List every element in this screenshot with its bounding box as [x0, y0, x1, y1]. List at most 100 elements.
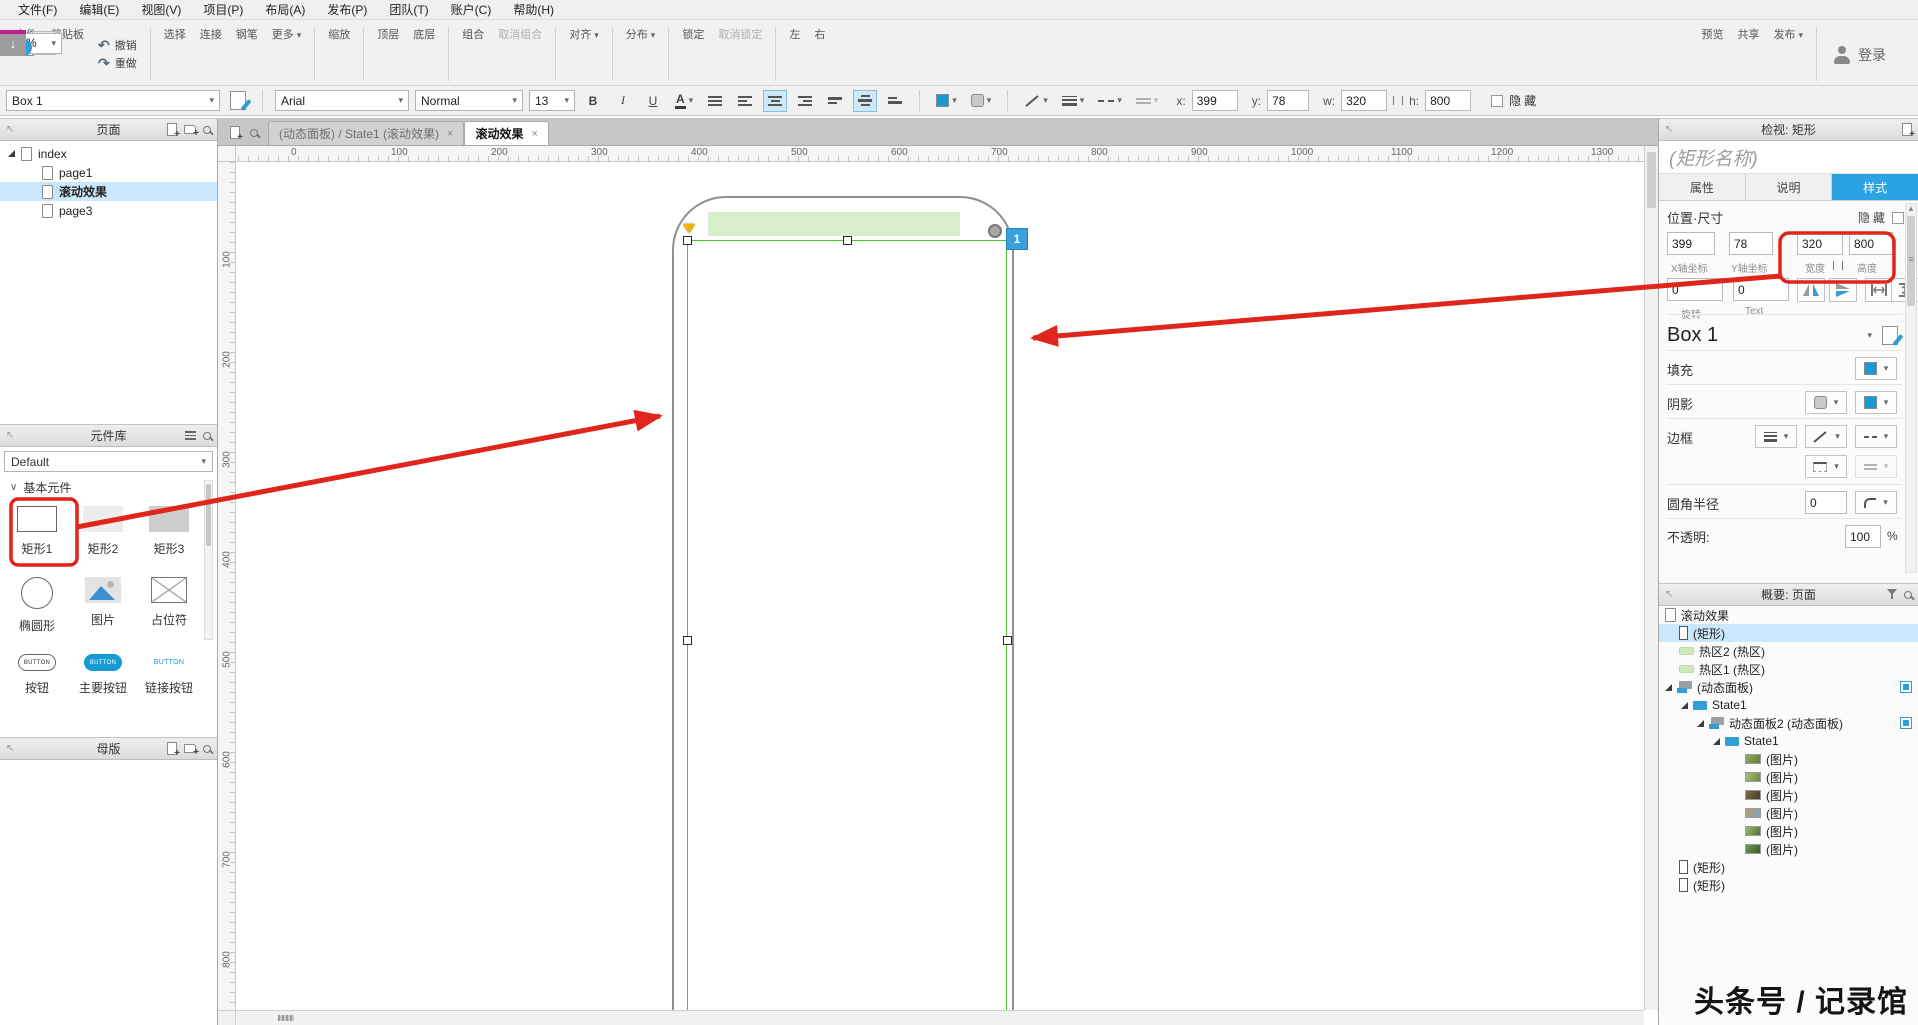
shadow-color-button[interactable]: ▾ — [1855, 391, 1897, 414]
expand-icon[interactable] — [1681, 701, 1688, 709]
fill-color-button[interactable]: ▾ — [1855, 357, 1897, 380]
italic-button[interactable]: I — [611, 90, 635, 112]
page-item-page3[interactable]: page3 — [0, 201, 217, 220]
hide-checkbox[interactable] — [1892, 211, 1904, 224]
panel-state-icon[interactable] — [1900, 717, 1912, 729]
bold-button[interactable]: B — [581, 90, 605, 112]
widget-ellipse[interactable]: 椭圆形 — [4, 571, 70, 634]
widget-rect3[interactable]: 矩形3 — [136, 500, 202, 557]
vertical-scrollbar[interactable] — [1644, 146, 1658, 1010]
link-dimensions-icon[interactable] — [1833, 261, 1843, 270]
widget-link-button[interactable]: BUTTON 链接按钮 — [136, 648, 202, 696]
align-text-left-button[interactable] — [733, 90, 757, 112]
tab-scroll-effect[interactable]: 滚动效果 × — [464, 121, 549, 145]
panel-pin-icon[interactable]: ↖ — [6, 124, 14, 135]
filter-icon[interactable] — [1887, 589, 1897, 600]
outline-row-image[interactable]: (图片) — [1659, 840, 1918, 858]
shadow-button[interactable]: ▾ — [967, 90, 996, 112]
library-section-basic[interactable]: ∨ 基本元件 — [0, 476, 217, 498]
search-icon[interactable] — [1904, 590, 1912, 599]
border-width-button[interactable]: ▾ — [1755, 425, 1797, 448]
panel-state-icon[interactable] — [1900, 681, 1912, 693]
library-kit-select[interactable]: Default ▾ — [4, 451, 213, 472]
canvas-viewport[interactable]: 1 — [236, 162, 1644, 1010]
widget-rect1[interactable]: 矩形1 — [4, 500, 70, 557]
chevron-down-icon[interactable]: ▾ — [1867, 330, 1872, 341]
valign-top-button[interactable] — [823, 90, 847, 112]
resize-handle-top-center[interactable] — [843, 236, 852, 245]
y-input[interactable] — [1267, 90, 1310, 111]
x-input[interactable] — [1191, 90, 1238, 111]
tab-dynamic-panel-state1[interactable]: (动态面板) / State1 (滚动效果) × — [268, 121, 465, 145]
tab-properties[interactable]: 属性 — [1659, 174, 1746, 200]
search-icon[interactable] — [203, 125, 211, 134]
menu-arrange[interactable]: 布局(A) — [255, 1, 315, 18]
font-weight-select[interactable]: Normal ▾ — [415, 90, 523, 111]
font-family-select[interactable]: Arial ▾ — [275, 90, 409, 111]
border-color-button[interactable]: ▾ — [1805, 425, 1847, 448]
expand-icon[interactable] — [1665, 683, 1672, 691]
selected-rectangle[interactable] — [687, 240, 1007, 1010]
tab-style[interactable]: 样式 — [1832, 174, 1918, 200]
underline-button[interactable]: U — [641, 90, 665, 112]
menu-view[interactable]: 视图(V) — [131, 1, 191, 18]
outline-row-rectangle[interactable]: (矩形) — [1659, 858, 1918, 876]
new-tab-page-icon[interactable] — [230, 126, 243, 143]
font-size-select[interactable]: 13 ▾ — [529, 90, 575, 111]
menu-help[interactable]: 帮助(H) — [503, 1, 564, 18]
menu-publish[interactable]: 发布(P) — [317, 1, 377, 18]
page-item-scroll-effect[interactable]: 滚动效果 — [0, 182, 217, 201]
widget-image[interactable]: 图片 — [70, 571, 136, 634]
library-menu-icon[interactable] — [185, 431, 196, 440]
panel-pin-icon[interactable]: ↖ — [1665, 124, 1673, 135]
opacity-input[interactable] — [1845, 525, 1881, 548]
outline-row-image[interactable]: (图片) — [1659, 822, 1918, 840]
w-input[interactable] — [1341, 90, 1388, 111]
outline-row-dynamic-panel[interactable]: (动态面板) — [1659, 678, 1918, 696]
border-visibility-button[interactable]: ▾ — [1805, 455, 1847, 478]
y-coordinate-input[interactable] — [1729, 232, 1773, 255]
resize-handle-middle-left[interactable] — [683, 636, 692, 645]
expand-icon[interactable] — [1697, 719, 1704, 727]
widget-style-select[interactable]: Box 1 ▾ — [6, 90, 220, 111]
line-style-button[interactable]: ▾ — [1094, 90, 1126, 112]
outer-shadow-button[interactable]: ▾ — [1805, 391, 1847, 414]
line-width-button[interactable]: ▾ — [1058, 90, 1089, 112]
outline-row-state1-inner[interactable]: State1 — [1659, 732, 1918, 750]
outline-row-rectangle-selected[interactable]: (矩形) — [1659, 624, 1918, 642]
outline-row-rectangle[interactable]: (矩形) — [1659, 876, 1918, 894]
resize-handle-top-left[interactable] — [683, 236, 692, 245]
bullet-list-button[interactable] — [703, 90, 727, 112]
close-icon[interactable]: × — [447, 128, 453, 140]
widget-button[interactable]: BUTTON 按钮 — [4, 648, 70, 696]
valign-bottom-button[interactable] — [883, 90, 907, 112]
menu-team[interactable]: 团队(T) — [379, 1, 438, 18]
flip-horizontal-button[interactable] — [1797, 278, 1825, 302]
flip-vertical-button[interactable] — [1829, 278, 1857, 302]
outline-row-image[interactable]: (图片) — [1659, 786, 1918, 804]
hide-checkbox[interactable] — [1491, 94, 1504, 107]
expand-icon[interactable] — [8, 150, 15, 157]
fill-color-button[interactable]: ▾ — [932, 90, 961, 112]
outline-row-dynamic-panel2[interactable]: 动态面板2 (动态面板) — [1659, 714, 1918, 732]
page-item-page1[interactable]: page1 — [0, 163, 217, 182]
outline-row-image[interactable]: (图片) — [1659, 750, 1918, 768]
panel-pin-icon[interactable]: ↖ — [6, 743, 14, 754]
outline-row-hotzone2[interactable]: 热区2 (热区) — [1659, 642, 1918, 660]
inspector-scrollbar[interactable]: ▲ — [1905, 203, 1917, 573]
resize-handle-middle-right[interactable] — [1003, 636, 1012, 645]
library-scrollbar[interactable] — [204, 480, 213, 640]
expand-icon[interactable] — [1713, 737, 1720, 745]
edit-style-icon[interactable] — [1882, 325, 1898, 345]
close-icon[interactable]: × — [531, 128, 537, 140]
h-input[interactable] — [1425, 90, 1472, 111]
corner-select-button[interactable]: ▾ — [1855, 491, 1897, 514]
text-rotation-field[interactable]: ° — [1733, 278, 1789, 301]
add-master-icon[interactable] — [167, 742, 180, 759]
align-text-right-button[interactable] — [793, 90, 817, 112]
add-folder-icon[interactable] — [184, 744, 199, 758]
panel-pin-icon[interactable]: ↖ — [1665, 589, 1673, 600]
page-item-index[interactable]: index — [0, 144, 217, 163]
rotation-field[interactable]: ° — [1667, 278, 1723, 301]
x-coordinate-input[interactable] — [1667, 232, 1715, 255]
